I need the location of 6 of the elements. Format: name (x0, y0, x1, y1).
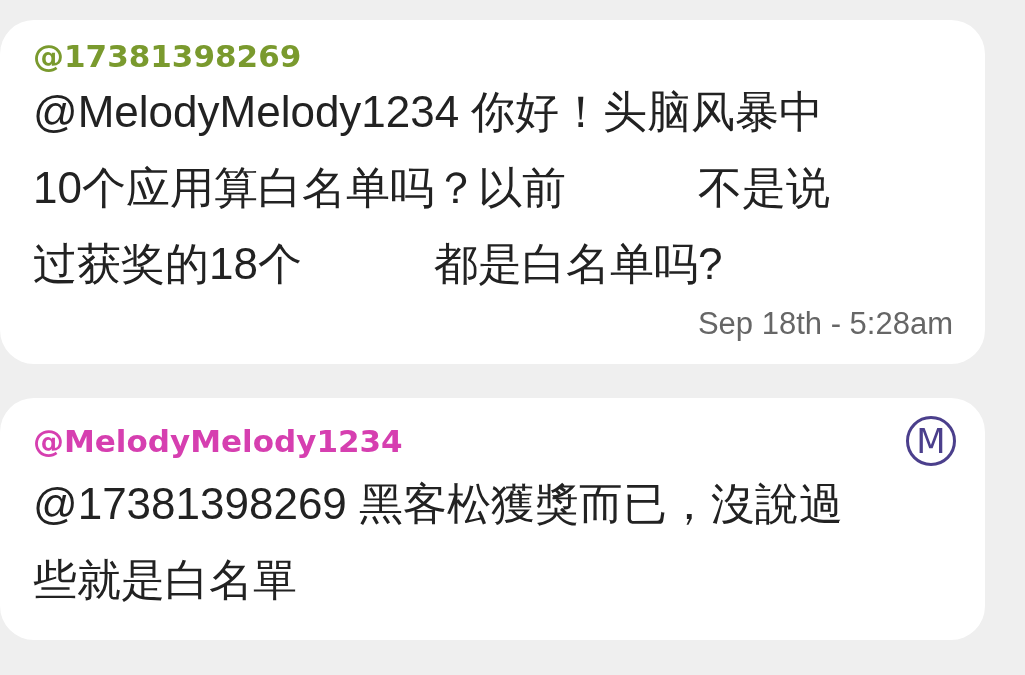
user-badge: M (906, 416, 956, 466)
message-text: @MelodyMelody1234 你好！头脑风暴中10个应用算白名单吗？以前 不是说过获奖的18个 都是白名单吗? (33, 86, 831, 290)
author-name[interactable]: @17381398269 (33, 38, 302, 74)
author-name[interactable]: @MelodyMelody1234 (33, 423, 403, 459)
message-text: @17381398269 黑客松獲獎而已，沒說過些就是白名單 (33, 478, 845, 606)
message-time: Sep 18th - 5:28am (697, 306, 953, 342)
